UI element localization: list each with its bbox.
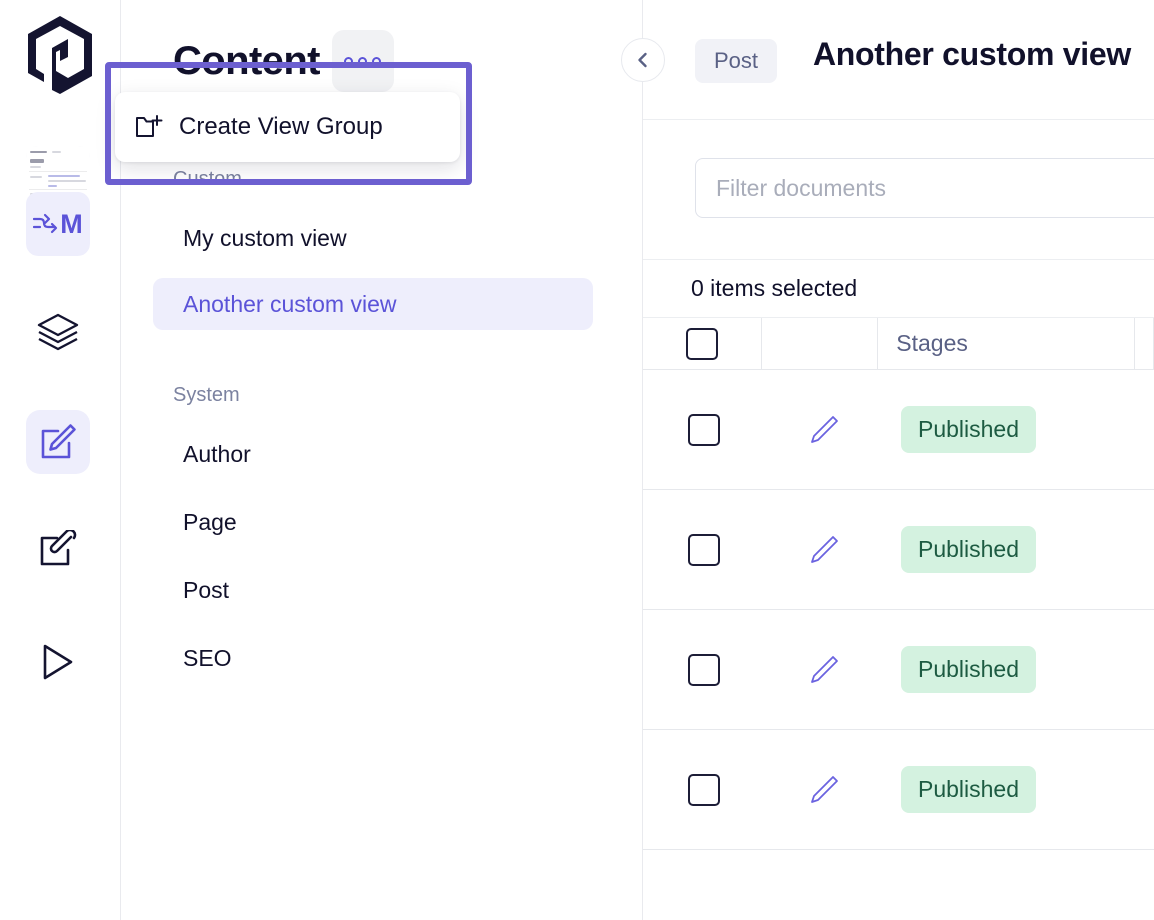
app-root: M Content Custom My custom view Another … <box>0 0 1154 920</box>
pencil-icon[interactable] <box>807 773 841 807</box>
row-edit-cell <box>765 413 883 447</box>
create-view-group-label: Create View Group <box>179 113 383 140</box>
row-checkbox[interactable] <box>688 653 720 686</box>
row-stage-cell: Published <box>883 526 1145 573</box>
status-badge: Published <box>901 406 1037 453</box>
sidebar-item-assets[interactable] <box>26 518 90 582</box>
documents-header: Post Another custom view <box>621 0 1154 120</box>
sidebar-item-another-custom-view[interactable]: Another custom view <box>153 278 593 330</box>
sidebar-item-author[interactable]: Author <box>153 428 593 480</box>
page-title: Content <box>173 38 320 83</box>
three-dots-icon-dot2 <box>358 56 368 66</box>
table-row[interactable]: Published <box>643 610 1154 730</box>
chevron-left-icon <box>634 51 652 69</box>
edit-square-icon <box>38 422 78 462</box>
table-row[interactable]: Published <box>643 490 1154 610</box>
table-header-row: Stages <box>643 317 1154 370</box>
filter-documents-input[interactable] <box>695 158 1154 218</box>
hygraph-logo-icon[interactable] <box>22 12 98 98</box>
sidebar-item-page[interactable]: Page <box>153 496 593 548</box>
left-icon-rail: M <box>0 0 121 920</box>
row-stage-cell: Published <box>883 766 1145 813</box>
three-dots-icon-dot3 <box>372 56 382 66</box>
row-checkbox[interactable] <box>688 773 720 806</box>
row-edit-cell <box>765 773 883 807</box>
row-edit-cell <box>765 533 883 567</box>
table-header-edit <box>762 317 879 370</box>
row-select-cell <box>643 773 765 806</box>
selection-count-label: 0 items selected <box>691 275 858 301</box>
back-button[interactable] <box>621 38 665 82</box>
select-all-checkbox[interactable] <box>686 327 719 360</box>
sidebar-item-label: Page <box>183 508 237 535</box>
transform-arrows-icon <box>33 213 58 234</box>
views-header: Content <box>173 30 394 92</box>
sidebar-item-label: My custom view <box>183 224 347 251</box>
row-stage-cell: Published <box>883 646 1145 693</box>
selection-status-bar: 0 items selected <box>643 260 1154 318</box>
pencil-icon[interactable] <box>807 653 841 687</box>
table-header-select <box>643 317 763 370</box>
sidebar-item-label: Another custom view <box>183 290 397 317</box>
sidebar-item-media-preview[interactable]: M <box>26 146 90 256</box>
filter-bar <box>643 120 1154 260</box>
table-header-stages[interactable]: Stages <box>878 317 1135 370</box>
table-row-empty <box>643 850 1154 920</box>
sidebar-item-content[interactable] <box>26 410 90 474</box>
sidebar-item-label: Post <box>183 576 230 603</box>
views-options-button[interactable] <box>331 30 394 92</box>
row-checkbox[interactable] <box>688 413 720 446</box>
row-select-cell <box>643 533 765 566</box>
documents-panel: Post Another custom view 0 items selecte… <box>621 0 1154 920</box>
status-badge: Published <box>901 526 1037 573</box>
table-body: Published Published Published Published <box>643 370 1154 920</box>
row-stage-cell: Published <box>883 406 1145 453</box>
sidebar-item-label: Author <box>183 440 251 467</box>
row-select-cell <box>643 413 765 446</box>
view-title: Another custom view <box>813 36 1131 72</box>
table-row[interactable]: Published <box>643 370 1154 490</box>
folder-plus-icon <box>135 114 163 140</box>
pencil-icon[interactable] <box>807 533 841 567</box>
row-checkbox[interactable] <box>688 533 720 566</box>
views-group-label-custom: Custom <box>173 168 242 190</box>
media-badge-letter: M <box>60 208 83 239</box>
pencil-icon[interactable] <box>807 413 841 447</box>
edit-attachment-icon <box>38 530 78 570</box>
media-badge: M <box>26 192 90 256</box>
sidebar-item-api-playground[interactable] <box>26 630 90 694</box>
play-triangle-icon <box>40 642 76 682</box>
sidebar-item-post[interactable]: Post <box>153 564 593 616</box>
table-header-rest <box>1135 317 1154 370</box>
row-edit-cell <box>765 653 883 687</box>
sidebar-item-my-custom-view[interactable]: My custom view <box>153 212 593 264</box>
row-select-cell <box>643 653 765 686</box>
model-chip[interactable]: Post <box>695 39 778 83</box>
table-row[interactable]: Published <box>643 730 1154 850</box>
sidebar-item-schema[interactable] <box>26 300 90 364</box>
sidebar-item-label: SEO <box>183 644 232 671</box>
views-group-label-system: System <box>173 384 240 406</box>
status-badge: Published <box>901 766 1037 813</box>
create-view-group-popup[interactable]: Create View Group <box>115 92 460 162</box>
three-dots-icon <box>344 56 354 66</box>
status-badge: Published <box>901 646 1037 693</box>
sidebar-item-seo[interactable]: SEO <box>153 632 593 684</box>
layers-icon <box>36 312 80 352</box>
